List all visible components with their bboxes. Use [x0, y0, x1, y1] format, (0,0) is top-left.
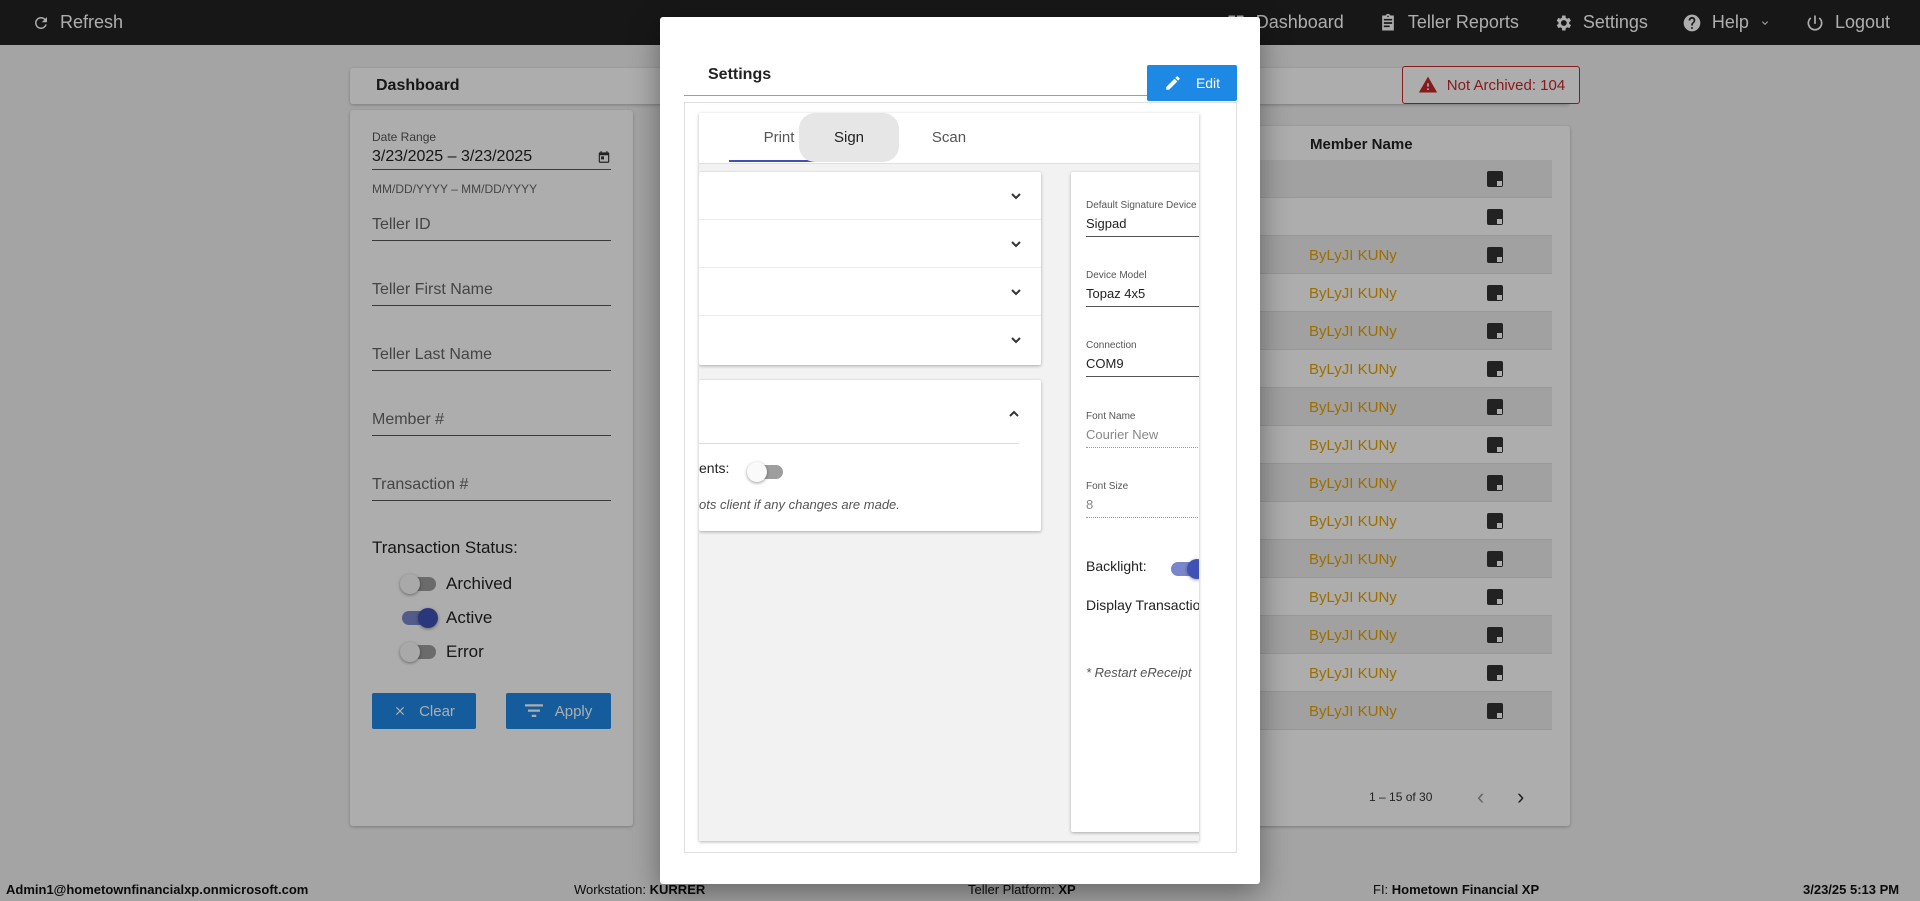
settings-tabs: Print Sign Scan	[699, 113, 1199, 164]
accordion-item[interactable]	[699, 172, 1041, 220]
partial-setting-label: ents:	[699, 460, 730, 476]
font-size-field: Font Size 8	[1086, 481, 1199, 518]
default-signature-device-value: Sigpad	[1086, 216, 1199, 237]
default-signature-device-label: Default Signature Device	[1086, 200, 1197, 211]
chevron-down-icon	[1011, 332, 1021, 344]
backlight-label: Backlight:	[1086, 558, 1147, 574]
edit-label: Edit	[1195, 75, 1221, 91]
edit-button[interactable]: Edit	[1147, 65, 1237, 101]
toggle-switch[interactable]	[747, 462, 783, 482]
dialog-header: Settings Edit	[684, 41, 1237, 101]
connection-field[interactable]: Connection COM9	[1086, 340, 1199, 377]
restart-note-partial: ots client if any changes are made.	[699, 497, 900, 512]
chevron-up-icon	[1009, 406, 1019, 417]
pencil-icon	[1166, 76, 1180, 90]
sign-settings-card: Default Signature Device Sigpad Device M…	[1071, 172, 1199, 832]
default-signature-device-field[interactable]: Default Signature Device Sigpad	[1086, 200, 1199, 237]
font-name-value: Courier New	[1086, 427, 1199, 448]
tab-sign[interactable]: Sign	[799, 113, 899, 162]
display-transaction-label: Display Transactio	[1086, 597, 1199, 613]
accordion-header[interactable]	[699, 380, 1019, 444]
dialog-title: Settings	[708, 66, 772, 83]
device-model-value: Topaz 4x5	[1086, 286, 1199, 307]
font-size-value: 8	[1086, 497, 1199, 518]
device-model-label: Device Model	[1086, 270, 1147, 281]
settings-panel: Print Sign Scan ents: ots client if any …	[699, 113, 1199, 841]
accordion-group	[699, 172, 1041, 365]
chevron-down-icon	[1011, 236, 1021, 248]
settings-dialog: Settings Edit Print Sign Scan ents: ots …	[660, 17, 1260, 884]
accordion-item[interactable]	[699, 268, 1041, 316]
chevron-down-icon	[1011, 284, 1021, 296]
accordion-item[interactable]	[699, 220, 1041, 268]
accordion-item[interactable]	[699, 316, 1041, 364]
dialog-body: Print Sign Scan ents: ots client if any …	[684, 102, 1237, 853]
restart-note: * Restart eReceipt	[1086, 665, 1192, 680]
connection-label: Connection	[1086, 340, 1137, 351]
accordion-expanded: ents: ots client if any changes are made…	[699, 380, 1041, 531]
connection-value: COM9	[1086, 356, 1199, 377]
device-model-field[interactable]: Device Model Topaz 4x5	[1086, 270, 1199, 307]
backlight-toggle[interactable]	[1171, 559, 1199, 579]
font-size-label: Font Size	[1086, 481, 1129, 492]
chevron-down-icon	[1011, 188, 1021, 200]
font-name-label: Font Name	[1086, 411, 1136, 422]
font-name-field: Font Name Courier New	[1086, 411, 1199, 448]
tab-scan[interactable]: Scan	[899, 113, 999, 162]
